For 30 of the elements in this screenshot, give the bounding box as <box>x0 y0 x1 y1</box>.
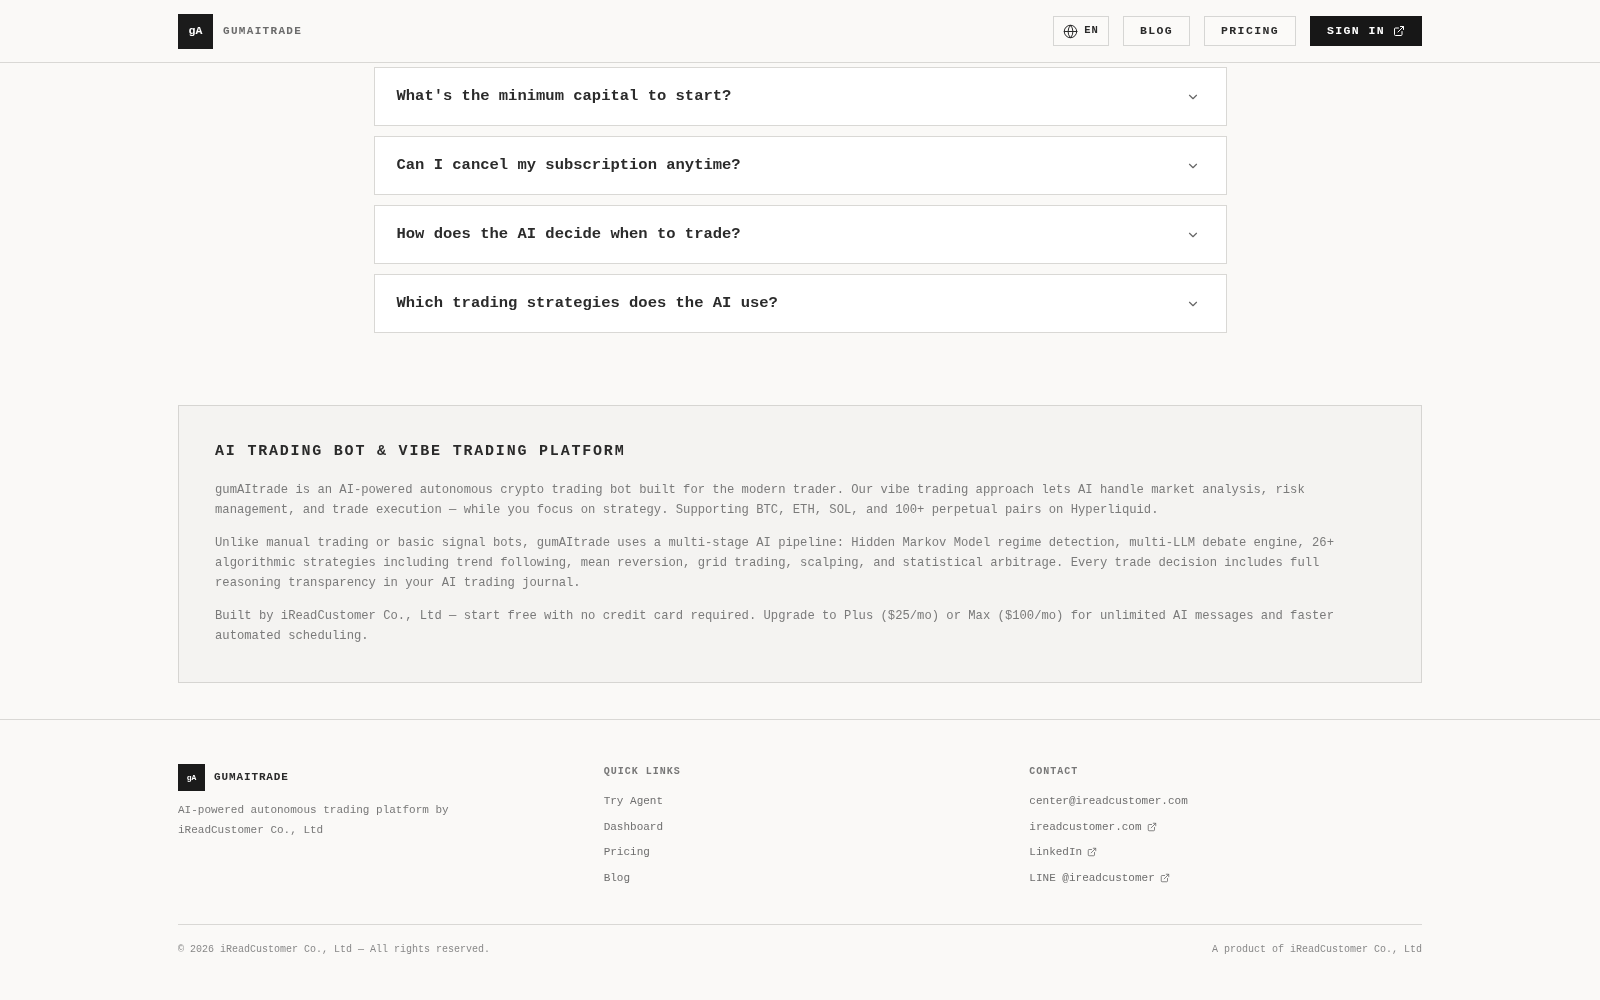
footer-link[interactable]: center@ireadcustomer.com <box>1029 793 1188 809</box>
nav-button[interactable]: BLOG <box>1122 16 1191 46</box>
copyright-text: © 2026 iReadCustomer Co., Ltd — All rights reserved. <box>178 942 491 957</box>
footer-link[interactable]: ireadcustomer.com <box>1029 818 1157 835</box>
faq-item[interactable]: How does the AI decide when to trade? <box>373 205 1227 264</box>
footer-link[interactable]: Dashboard <box>603 818 664 835</box>
brand-name: GUMAITRADE <box>223 23 303 39</box>
about-title: AI TRADING BOT & VIBE TRADING PLATFORM <box>215 442 627 462</box>
brand-description: AI-powered autonomous trading platform by iReadCustomer Co., Ltd <box>178 803 450 838</box>
column-heading: QUICK LINKS <box>603 765 682 779</box>
about-paragraph: Built by iReadCustomer Co., Ltd — start free with no credit card required. Upgrade to Plus ($25/mo) or Max ($100/mo) for unlimited AI messages and faster automated scheduling. <box>215 608 1335 645</box>
credit-text: A product of iReadCustomer Co., Ltd <box>1211 942 1422 957</box>
about-paragraph: gumAItrade is an AI-powered autonomous crypto trading bot built for the modern trader. Our vibe trading approach lets AI handle market analysis, risk management, and trade execution — while you focus on strategy. Supporting BTC, ETH, SOL, and 100+ perpetual pairs on Hyperliquid. <box>215 482 1306 519</box>
logo-mark[interactable]: gA <box>178 13 213 49</box>
footer-link[interactable]: Try Agent <box>603 793 664 809</box>
footer-link[interactable]: Blog <box>603 869 631 886</box>
faq-item[interactable]: What's the minimum capital to start? <box>373 67 1227 126</box>
language-button[interactable]: EN <box>1053 16 1109 46</box>
footer-link[interactable]: Pricing <box>603 844 650 860</box>
globe-icon <box>1063 23 1079 39</box>
logo-mark[interactable]: gA <box>178 764 205 791</box>
faq-item[interactable]: Which trading strategies does the AI use? <box>373 274 1227 333</box>
brand-name: GUMAITRADE <box>214 770 289 786</box>
footer-link[interactable]: LinkedIn <box>1029 844 1098 860</box>
sign-in-button[interactable]: SIGN IN <box>1310 16 1422 46</box>
footer-link[interactable]: LINE @ireadcustomer <box>1029 869 1170 886</box>
column-heading: CONTACT <box>1029 765 1080 779</box>
nav-button[interactable]: PRICING <box>1204 16 1297 46</box>
faq-item[interactable]: Can I cancel my subscription anytime? <box>373 136 1227 195</box>
about-paragraph: Unlike manual trading or basic signal bots, gumAItrade uses a multi-stage AI pipeline: Hidden Markov Model regime detection, multi-LLM debate engine, 26+ algorithmic strategies including trend following, mean reversion, grid trading, scalping, and statistical arbitrage. Every trade decision includes full reasoning transparency in your AI trading journal. <box>215 535 1335 592</box>
